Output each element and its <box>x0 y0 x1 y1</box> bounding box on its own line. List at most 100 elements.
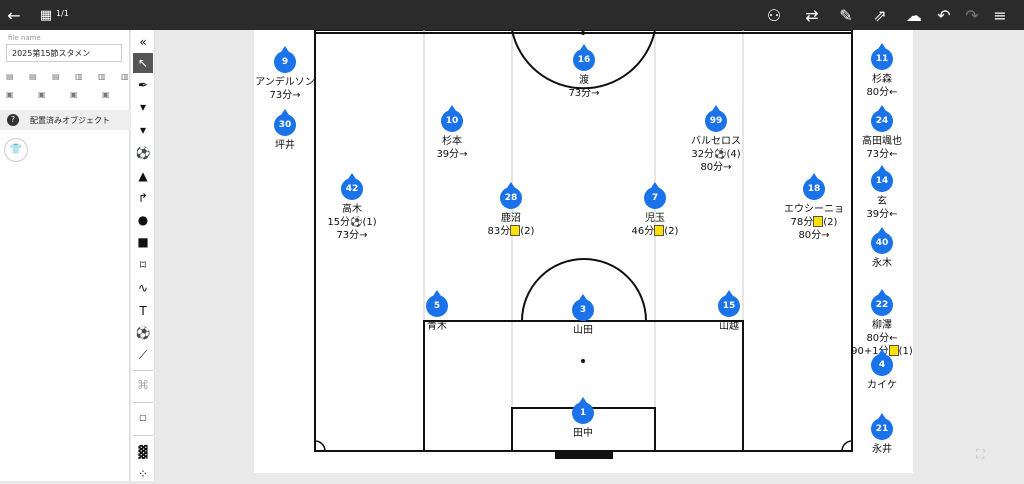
align-left-icon[interactable]: ▤ <box>6 72 16 82</box>
player-name: アンデルソン <box>255 77 315 88</box>
shirt-tool-icon[interactable]: ▾ <box>133 97 153 117</box>
distribute-v-icon[interactable]: ▣ <box>38 90 48 100</box>
player-name: 玄 <box>877 196 887 207</box>
bench-player-40[interactable]: 40 永木 <box>856 227 908 270</box>
player-3[interactable]: 3 山田 <box>558 294 608 337</box>
player-name: バルセロス <box>691 136 741 147</box>
player-10[interactable]: 10 杉本 39分→ <box>422 105 482 161</box>
ball-tool-icon[interactable]: ⚽ <box>133 143 153 163</box>
ruler-tool-icon[interactable]: ⟋ <box>133 345 153 365</box>
bench-player-14[interactable]: 14 玄 39分← <box>856 165 908 221</box>
player-note: 39分→ <box>436 149 468 160</box>
player-name: 永木 <box>872 258 892 269</box>
player-number-badge: 9 <box>274 46 296 73</box>
bench-player-4[interactable]: 4 カイケ <box>856 349 908 392</box>
player-note: 73分→ <box>568 88 600 99</box>
back-arrow-icon[interactable]: ← <box>4 5 24 25</box>
player-name: 児玉 <box>645 213 665 224</box>
player-1[interactable]: 1 田中 <box>558 397 608 440</box>
distribute-toolbar: ▣ ▣ ▣ ▣ <box>6 90 112 100</box>
player-99[interactable]: 99 バルセロス 32分⚽(4) 80分→ <box>676 105 756 174</box>
tool-palette: « ↖ ✒ ▾ ▾ ⚽ ▲ ↱ ● ■ ⌑ ∿ T ⚽ ⟋ ⌘ ▢ ▓ ⁘ <box>131 30 155 481</box>
player-16[interactable]: 16 渡 73分→ <box>554 44 614 100</box>
player-number-badge: 10 <box>441 105 463 132</box>
calendar-icon[interactable]: ▦ <box>36 5 56 25</box>
pen-tool-icon[interactable]: ✒ <box>133 75 153 95</box>
player-name: 田中 <box>573 428 593 439</box>
align-middle-icon[interactable]: ▥ <box>98 72 108 82</box>
player-note-2: 80分→ <box>700 162 732 173</box>
dots-icon[interactable]: ⁘ <box>133 464 153 484</box>
player-name: エウシーニョ <box>784 204 844 215</box>
fullscreen-icon[interactable]: ⛶ <box>976 447 990 461</box>
player-number-badge: 7 <box>644 182 666 209</box>
shirt-object-icon[interactable]: 👕 <box>4 138 28 162</box>
player-28[interactable]: 28 鹿沼 83分 (2) <box>481 182 541 238</box>
bench-player-9[interactable]: 9 アンデルソン 73分→ <box>248 46 322 102</box>
square-tool-icon[interactable]: ■ <box>133 232 153 252</box>
distribute-h-icon[interactable]: ▣ <box>6 90 16 100</box>
align-top-icon[interactable]: ▥ <box>75 72 85 82</box>
polygon-tool-icon[interactable]: ⌑ <box>133 255 153 275</box>
pitch-board[interactable]: 16 渡 73分→ 10 杉本 39分→ 99 バルセロス 32分⚽(4) 80… <box>254 30 913 473</box>
collapse-icon[interactable]: « <box>133 32 153 52</box>
arrow-tool-icon[interactable]: ↱ <box>133 188 153 208</box>
team-icon[interactable]: ⚇ <box>764 5 784 25</box>
cloud-upload-icon[interactable]: ☁ <box>904 5 924 25</box>
player-42[interactable]: 42 高木 15分⚽(1) 73分→ <box>322 173 382 242</box>
player-number-badge: 40 <box>871 227 893 254</box>
player-note: 46分 (2) <box>631 225 679 237</box>
player-number-badge: 28 <box>500 182 522 209</box>
file-name-input[interactable]: 2025第15節スタメン <box>6 44 122 62</box>
player-name: 高木 <box>342 204 362 215</box>
edit-icon[interactable]: ✎ <box>836 5 856 25</box>
bench-player-24[interactable]: 24 高田颯也 73分← <box>854 105 910 161</box>
bench-player-21[interactable]: 21 永井 <box>856 413 908 456</box>
team-off-icon[interactable]: ⌘ <box>133 375 153 395</box>
bench-player-11[interactable]: 11 杉森 80分← <box>856 43 908 99</box>
player-number-badge: 42 <box>341 173 363 200</box>
player-5[interactable]: 5 青木 <box>412 290 462 333</box>
shirt-black-tool-icon[interactable]: ▾ <box>133 120 153 140</box>
file-name-label: file name <box>8 34 41 42</box>
help-icon[interactable]: ? <box>7 114 19 126</box>
undo-icon[interactable]: ↶ <box>934 5 954 25</box>
text-tool-icon[interactable]: T <box>133 301 153 321</box>
player-number-badge: 16 <box>573 44 595 71</box>
bench-player-30[interactable]: 30 坪井 <box>258 109 312 152</box>
player-note-2: 73分→ <box>336 230 368 241</box>
placed-objects-header[interactable]: ? 配置済みオブジェクト <box>0 110 130 130</box>
player-18[interactable]: 18 エウシーニョ 78分 (2) 80分→ <box>774 173 854 242</box>
menu-icon[interactable]: ≡ <box>990 5 1010 25</box>
circle-tool-icon[interactable]: ● <box>133 210 153 230</box>
redo-icon[interactable]: ↷ <box>962 5 982 25</box>
align-toolbar: ▤ ▤ ▤ ▥ ▥ ▥ <box>6 72 131 82</box>
substitution-icon[interactable]: ⇄ <box>802 5 822 25</box>
align-right-icon[interactable]: ▤ <box>52 72 62 82</box>
top-bar: ← ▦ 1/1 ⚇ ⇄ ✎ ⇗ ☁ ↶ ↷ ≡ <box>0 0 1024 30</box>
player-note: 73分← <box>866 149 898 160</box>
share-icon[interactable]: ⇗ <box>870 5 890 25</box>
player-note: 15分⚽(1) <box>327 217 377 228</box>
cone-tool-icon[interactable]: ▲ <box>133 166 153 186</box>
offside-icon[interactable]: ▢ <box>133 408 153 428</box>
left-panel: file name 2025第15節スタメン ▤ ▤ ▤ ▥ ▥ ▥ ▣ ▣ ▣… <box>0 30 130 481</box>
ball-outline-tool-icon[interactable]: ⚽ <box>133 323 153 343</box>
player-15[interactable]: 15 山越 <box>704 290 754 333</box>
player-number-badge: 21 <box>871 413 893 440</box>
player-note: 80分← <box>866 87 898 98</box>
player-number-badge: 22 <box>871 289 893 316</box>
curve-tool-icon[interactable]: ∿ <box>133 278 153 298</box>
send-back-icon[interactable]: ▣ <box>102 90 112 100</box>
player-name: 坪井 <box>275 140 295 151</box>
yellow-card-icon <box>510 225 521 236</box>
select-tool-icon[interactable]: ↖ <box>133 53 153 73</box>
player-note-2: 80分→ <box>798 230 830 241</box>
bring-front-icon[interactable]: ▣ <box>70 90 80 100</box>
align-bottom-icon[interactable]: ▥ <box>121 72 131 82</box>
align-center-icon[interactable]: ▤ <box>29 72 39 82</box>
formation-icon[interactable]: ▓ <box>133 442 153 462</box>
player-7[interactable]: 7 児玉 46分 (2) <box>625 182 685 238</box>
player-number-badge: 30 <box>274 109 296 136</box>
player-name: 永井 <box>872 444 892 455</box>
